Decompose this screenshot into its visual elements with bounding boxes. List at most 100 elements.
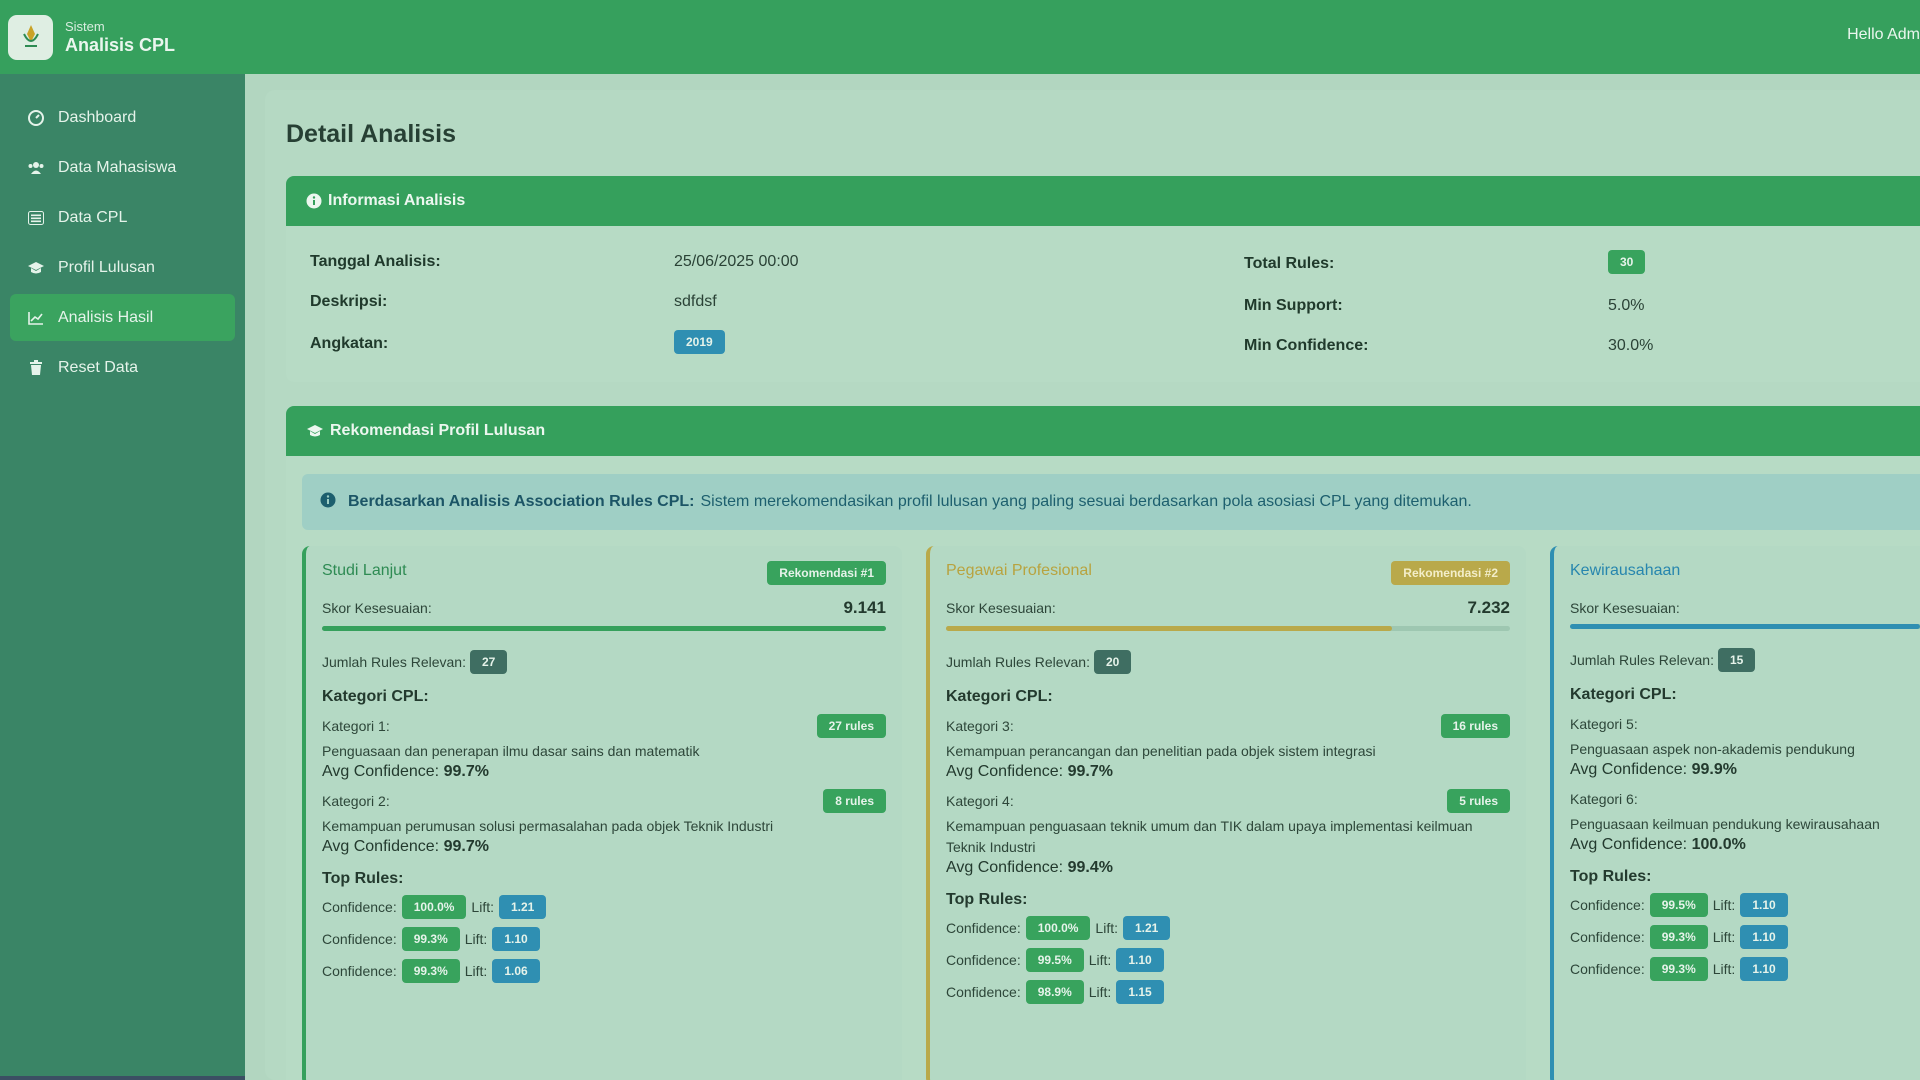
info-alert: Berdasarkan Analisis Association Rules C…	[302, 474, 1920, 530]
confidence-badge: 99.3%	[401, 958, 460, 983]
sidebar-item-label: Reset Data	[58, 358, 139, 376]
rekomendasi-badge: Rekomendasi #1	[767, 561, 886, 585]
skor-label: Skor Kesesuaian:	[1570, 600, 1680, 616]
rule-row: Confidence: 99.3% Lift: 1.10	[322, 925, 886, 952]
tanggal-label: Tanggal Analisis:	[310, 253, 441, 270]
lift-label: Lift:	[1712, 960, 1736, 977]
avg-confidence-value: 99.7%	[1067, 763, 1113, 780]
avg-confidence-label: Avg Confidence:	[322, 838, 440, 855]
confidence-label: Confidence:	[946, 919, 1021, 936]
score-progress-bar	[946, 626, 1510, 631]
sidebar-item-label: Profil Lulusan	[58, 258, 155, 276]
kategori-heading: Kategori CPL:	[1570, 686, 1677, 703]
jumlah-rules-badge: 27	[469, 650, 508, 674]
angkatan-badge: 2019	[674, 330, 725, 354]
lift-label: Lift:	[471, 898, 494, 915]
confidence-badge: 100.0%	[401, 894, 467, 919]
kategori-item: Kategori 3: 16 rules Kemampuan perancang…	[946, 714, 1510, 781]
avg-confidence-value: 99.7%	[443, 838, 489, 855]
sidebar-item-analisis-hasil[interactable]: Analisis Hasil	[10, 294, 235, 341]
kategori-item: Kategori 6: Penguasaan keilmuan pendukun…	[1570, 791, 1920, 854]
lift-badge: 1.21	[1123, 915, 1171, 940]
sidebar-item-reset-data[interactable]: Reset Data	[10, 344, 235, 391]
confidence-label: Confidence:	[322, 898, 397, 915]
lift-badge: 1.10	[492, 926, 540, 951]
avg-confidence-label: Avg Confidence:	[1570, 761, 1688, 778]
sidebar-item-dashboard[interactable]: Dashboard	[10, 94, 235, 141]
lift-label: Lift:	[1712, 896, 1736, 913]
min-support-label: Min Support:	[1244, 297, 1343, 314]
avg-confidence-value: 100.0%	[1691, 836, 1746, 853]
rule-row: Confidence: 99.3% Lift: 1.06	[322, 957, 886, 984]
avg-confidence-label: Avg Confidence:	[946, 763, 1064, 780]
confidence-badge: 100.0%	[1025, 915, 1091, 940]
sidebar-item-data-mahasiswa[interactable]: Data Mahasiswa	[10, 144, 235, 191]
skor-value: 7.232	[1467, 598, 1510, 617]
rule-row: Confidence: 98.9% Lift: 1.15	[946, 978, 1510, 1005]
jumlah-rules-badge: 20	[1093, 650, 1132, 674]
sidebar-item-data-cpl[interactable]: Data CPL	[10, 194, 235, 241]
score-progress-fill	[1570, 624, 1920, 629]
kategori-label: Kategori 3:	[946, 718, 1014, 734]
lift-badge: 1.10	[1740, 924, 1788, 949]
confidence-label: Confidence:	[1570, 960, 1645, 977]
dashboard-icon	[26, 108, 46, 128]
kategori-description: Penguasaan keilmuan pendukung kewirausah…	[1570, 816, 1880, 832]
informasi-analisis-card: Informasi Analisis Tanggal Analisis: 25/…	[286, 176, 1920, 382]
lift-badge: 1.21	[499, 894, 547, 919]
kategori-item: Kategori 2: 8 rules Kemampuan perumusan …	[322, 789, 886, 856]
sidebar: Dashboard Data Mahasiswa Data CPL Profil…	[0, 74, 245, 1076]
lift-label: Lift:	[1088, 983, 1112, 1000]
graduation-cap-icon	[306, 424, 324, 438]
page-title: Detail Analisis	[286, 120, 456, 148]
university-logo-icon	[8, 14, 53, 60]
score-progress-fill	[946, 626, 1392, 631]
kategori-heading: Kategori CPL:	[946, 688, 1053, 705]
avg-confidence-value: 99.7%	[443, 763, 489, 780]
angkatan-label: Angkatan:	[310, 335, 389, 352]
kategori-description: Kemampuan penguasaan teknik umum dan TIK…	[946, 818, 1473, 855]
user-greeting[interactable]: Hello Adm	[1847, 26, 1920, 44]
users-icon	[26, 158, 46, 178]
kategori-label: Kategori 1:	[322, 718, 390, 734]
kategori-heading: Kategori CPL:	[322, 688, 429, 705]
jumlah-rules-badge: 15	[1717, 648, 1756, 672]
kategori-item: Kategori 4: 5 rules Kemampuan penguasaan…	[946, 789, 1510, 877]
sidebar-item-label: Data CPL	[58, 208, 128, 226]
lift-label: Lift:	[464, 962, 488, 979]
card-title: Informasi Analisis	[328, 192, 466, 209]
rule-row: Confidence: 99.5% Lift: 1.10	[946, 946, 1510, 973]
confidence-label: Confidence:	[322, 930, 397, 947]
sidebar-footer-strip	[0, 1076, 245, 1080]
kategori-label: Kategori 6:	[1570, 791, 1638, 807]
rule-row: Confidence: 100.0% Lift: 1.21	[322, 893, 886, 920]
kategori-description: Penguasaan dan penerapan ilmu dasar sain…	[322, 743, 700, 759]
kategori-label: Kategori 4:	[946, 793, 1014, 809]
alert-text: Sistem merekomendasikan profil lulusan y…	[700, 493, 1472, 510]
alert-title: Berdasarkan Analisis Association Rules C…	[348, 493, 695, 510]
min-confidence-label: Min Confidence:	[1244, 337, 1369, 354]
jumlah-rules-label: Jumlah Rules Relevan:	[1570, 652, 1714, 668]
kategori-rules-badge: 16 rules	[1440, 714, 1510, 738]
chart-line-icon	[26, 308, 46, 328]
deskripsi-label: Deskripsi:	[310, 293, 388, 310]
confidence-label: Confidence:	[946, 951, 1021, 968]
top-rules-heading: Top Rules:	[946, 891, 1028, 908]
brand-title: Analisis CPL	[65, 34, 176, 55]
tanggal-value: 25/06/2025 00:00	[674, 253, 799, 270]
kategori-description: Kemampuan perancangan dan penelitian pad…	[946, 743, 1376, 759]
brand[interactable]: Sistem Analisis CPL	[8, 14, 176, 60]
profile-title: Kewirausahaan	[1570, 562, 1681, 579]
score-progress-fill	[322, 626, 886, 631]
profile-card-pegawai-profesional: Pegawai Profesional Rekomendasi #2 Skor …	[926, 546, 1526, 1080]
sidebar-item-profil-lulusan[interactable]: Profil Lulusan	[10, 244, 235, 291]
score-progress-bar	[322, 626, 886, 631]
info-circle-icon	[306, 193, 322, 209]
total-rules-badge: 30	[1608, 250, 1646, 274]
top-navbar: Sistem Analisis CPL Hello Adm	[0, 0, 1920, 74]
skor-label: Skor Kesesuaian:	[946, 600, 1056, 616]
kategori-label: Kategori 5:	[1570, 716, 1638, 732]
card-header: Informasi Analisis	[286, 176, 1920, 226]
main-content: Detail Analisis Informasi Analisis Tangg…	[245, 74, 1920, 1080]
kategori-rules-badge: 5 rules	[1447, 789, 1510, 813]
